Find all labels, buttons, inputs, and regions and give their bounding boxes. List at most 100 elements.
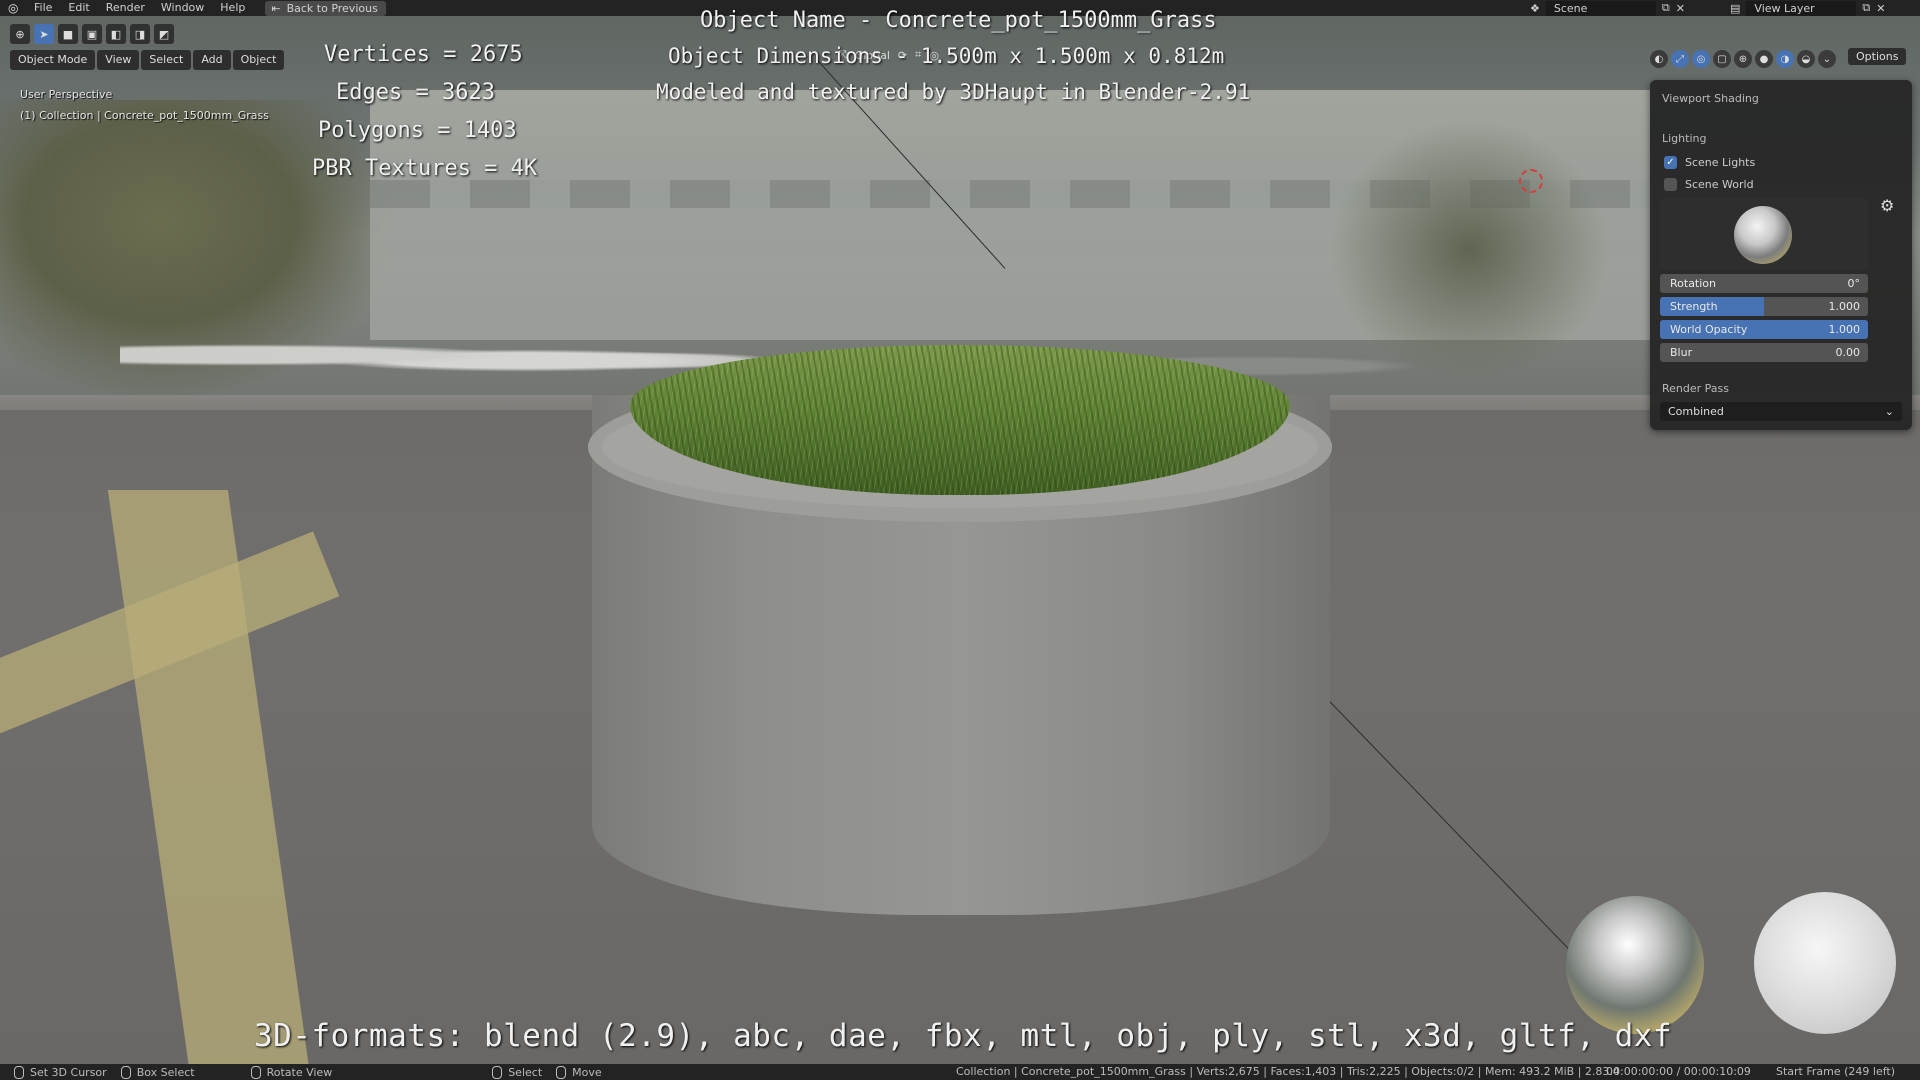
viewport-shading-icons: ◐ ⤢ ◎ ▢ ⊕ ● ◑ ◒ ⌄ [1650,50,1836,68]
status-rotate-view-label: Rotate View [266,1065,333,1079]
menu-add[interactable]: Add [193,50,231,70]
select-mode-new-icon[interactable]: ■ [58,24,78,44]
world-opacity-slider[interactable]: World Opacity 1.000 [1660,320,1868,339]
view-layer-icon: ▤ [1730,1,1741,15]
status-move-label: Move [572,1065,602,1079]
select-mode-subtract-icon[interactable]: ◧ [106,24,126,44]
scene-copy-icon[interactable]: ⧉ [1662,1,1670,15]
overlay-object-name: Object Name - Concrete_pot_1500mm_Grass [700,8,1217,33]
overlay-vertices: Vertices = 2675 [324,42,523,67]
shading-panel-title: Viewport Shading [1662,92,1759,105]
scene-world-label: Scene World [1685,178,1754,191]
mouse-left-icon [14,1065,24,1079]
scene-world-checkbox[interactable]: Scene World [1664,178,1754,191]
render-pass-dropdown[interactable]: Combined ⌄ [1660,402,1902,421]
status-time: 00:00:00:00 / 00:00:10:09 [1606,1065,1751,1078]
menu-edit[interactable]: Edit [60,0,97,16]
strength-value: 1.000 [1828,300,1861,313]
menu-object[interactable]: Object [232,50,285,70]
scene-lights-label: Scene Lights [1685,156,1756,169]
menu-view[interactable]: View [97,50,140,70]
wireframe-shading-icon[interactable]: ⊕ [1734,50,1752,68]
world-opacity-value: 1.000 [1828,323,1861,336]
status-select-label: Select [508,1065,543,1079]
editor-type-icon[interactable]: ⊕ [10,24,30,44]
status-box-select-label: Box Select [136,1065,195,1079]
status-rotate-view: Rotate View [250,1065,333,1079]
select-mode-intersect-icon[interactable]: ◩ [154,24,174,44]
mode-menu-row: Object Mode View Select Add Object [10,50,285,70]
view-layer-selector[interactable]: ▤ View Layer ⧉ ✕ [1730,0,1885,16]
gizmo-icon[interactable]: ⤢ [1671,50,1689,68]
view-layer-close-icon[interactable]: ✕ [1876,2,1885,15]
solid-shading-icon[interactable]: ● [1755,50,1773,68]
chevron-down-icon: ⌄ [1884,405,1894,418]
3d-viewport[interactable] [0,0,1920,1080]
scene-icon: ❖ [1530,1,1540,15]
mouse-drag-icon [120,1065,131,1079]
tool-icons-group: ⊕ ➤ ■ ▣ ◧ ◨ ◩ [10,24,174,44]
select-mode-extend-icon[interactable]: ▣ [82,24,102,44]
hdri-preview-diffuse-sphere [1754,892,1896,1034]
gear-icon[interactable]: ⚙ [1880,196,1894,215]
scene-name-field[interactable]: Scene [1545,0,1656,16]
shading-dropdown-chevron-icon[interactable]: ⌄ [1818,50,1836,68]
back-icon: ⇤ [271,1,281,15]
scene-selector[interactable]: ❖ Scene ⧉ ✕ [1530,0,1685,16]
blur-slider[interactable]: Blur 0.00 [1660,343,1868,362]
scene-world-check-icon[interactable] [1664,178,1677,191]
3d-cursor-icon[interactable] [1519,169,1543,193]
back-to-previous-button[interactable]: ⇤ Back to Previous [265,0,386,16]
status-move: Move [556,1065,602,1079]
xray-icon[interactable]: ▢ [1713,50,1731,68]
overlay-edges: Edges = 3623 [336,80,495,105]
overlay-dimensions: Object Dimensions - 1.500m x 1.500m x 0.… [668,44,1225,68]
world-opacity-label: World Opacity [1670,323,1748,336]
render-pass-label: Render Pass [1662,382,1729,395]
rotation-label: Rotation [1670,277,1717,290]
back-to-previous-label: Back to Previous [286,1,378,15]
menu-help[interactable]: Help [212,0,253,16]
hdri-selector[interactable] [1660,198,1868,270]
scene-lights-checkbox[interactable]: ✓ Scene Lights [1664,156,1755,169]
status-bar: Set 3D Cursor Box Select Rotate View Sel… [0,1064,1920,1080]
overlay-pbr-textures: PBR Textures = 4K [312,156,538,181]
mouse-move-icon [556,1065,567,1079]
overlay-modeled-by: Modeled and textured by 3DHaupt in Blend… [656,80,1251,104]
blur-label: Blur [1670,346,1693,359]
options-button[interactable]: Options [1848,48,1907,65]
view-layer-name-field[interactable]: View Layer [1746,0,1857,16]
view-layer-copy-icon[interactable]: ⧉ [1862,1,1870,15]
mouse-right-icon [492,1065,503,1079]
viewport-info-text: User Perspective (1) Collection | Concre… [20,84,269,126]
scene-lights-check-icon[interactable]: ✓ [1664,156,1677,169]
visibility-icon[interactable]: ◐ [1650,50,1668,68]
menu-render[interactable]: Render [98,0,153,16]
status-set-cursor: Set 3D Cursor [14,1065,107,1079]
collection-label: (1) Collection | Concrete_pot_1500mm_Gra… [20,109,269,122]
menu-select[interactable]: Select [141,50,192,70]
blender-logo-icon[interactable]: ◎ [0,0,26,16]
menu-window[interactable]: Window [153,0,212,16]
overlays-icon[interactable]: ◎ [1692,50,1710,68]
rotation-value: 0° [1847,277,1861,290]
rotation-slider[interactable]: Rotation 0° [1660,274,1868,293]
viewport-shading-popover: Viewport Shading Lighting ✓ Scene Lights… [1650,80,1912,430]
status-frame: Start Frame (249 left) [1776,1065,1896,1078]
status-stats: Collection | Concrete_pot_1500mm_Grass |… [956,1065,1620,1078]
status-box-select: Box Select [120,1065,195,1079]
strength-slider[interactable]: Strength 1.000 [1660,297,1868,316]
material-preview-shading-icon[interactable]: ◑ [1776,50,1794,68]
perspective-label: User Perspective [20,88,113,101]
hdri-thumbnail[interactable] [1734,206,1792,264]
object-mode-dropdown[interactable]: Object Mode [10,50,96,70]
scene-close-icon[interactable]: ✕ [1676,2,1685,15]
overlay-formats: 3D-formats: blend (2.9), abc, dae, fbx, … [254,1018,1673,1054]
select-mode-invert-icon[interactable]: ◨ [130,24,150,44]
menu-file[interactable]: File [26,0,60,16]
mouse-middle-icon [250,1065,261,1079]
status-select: Select [492,1065,543,1079]
rendered-shading-icon[interactable]: ◒ [1797,50,1815,68]
select-tool-icon[interactable]: ➤ [34,24,54,44]
overlay-polygons: Polygons = 1403 [318,118,517,143]
